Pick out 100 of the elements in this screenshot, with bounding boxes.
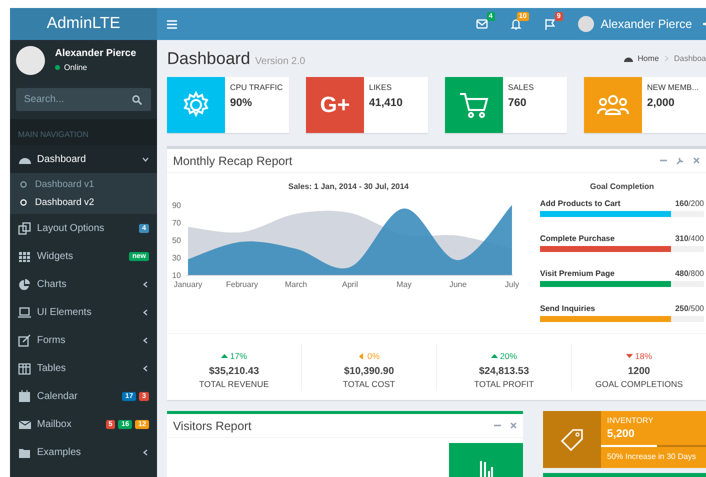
- box-title: Monthly Recap Report: [173, 154, 294, 168]
- menu-icon[interactable]: [167, 20, 177, 28]
- bell-icon[interactable]: [510, 18, 522, 30]
- submenu-item[interactable]: Dashboard v1: [10, 175, 157, 193]
- search-icon[interactable]: [132, 95, 142, 105]
- info-label: INVENTORY: [607, 416, 654, 425]
- axis-tick-label: January: [174, 280, 202, 289]
- info-label: CPU TRAFFIC: [230, 83, 283, 92]
- search-field[interactable]: Search...: [16, 88, 151, 111]
- user-name: Alexander Pierce: [55, 48, 136, 59]
- breadcrumb-current: Dashboa: [674, 54, 706, 63]
- change-indicator: 18%: [626, 350, 652, 360]
- stat-amount: $24,813.53: [478, 366, 530, 376]
- chevron-left-icon[interactable]: [142, 448, 149, 456]
- info-value: 41,410: [369, 97, 403, 109]
- sidebar-item[interactable]: Examples: [10, 438, 157, 466]
- stat-label: TOTAL REVENUE: [198, 378, 270, 388]
- sidebar-item[interactable]: Forms: [10, 326, 157, 354]
- circle-icon: [20, 180, 27, 188]
- goal-label: Visit Premium Page: [540, 269, 616, 278]
- pie-chart-icon: [18, 278, 31, 290]
- change-indicator: 20%: [490, 350, 517, 360]
- info-label: LIKES: [369, 83, 393, 92]
- grid-icon: [18, 250, 31, 262]
- breadcrumb-link[interactable]: Home: [624, 54, 659, 63]
- axis-tick-label: 10: [172, 271, 181, 280]
- chart-title: Sales: 1 Jan, 2014 - 30 Jul, 2014: [287, 182, 410, 191]
- stat-label: GOAL COMPLETIONS: [594, 378, 684, 388]
- wrench-icon[interactable]: [676, 156, 684, 164]
- stat-amount: 1200: [626, 366, 652, 376]
- chevron-left-icon[interactable]: [142, 364, 149, 372]
- caret-up-icon: [490, 352, 498, 358]
- minimize-icon[interactable]: [660, 157, 667, 164]
- copy-icon: [18, 222, 31, 234]
- change-indicator: 17%: [220, 350, 247, 360]
- close-icon[interactable]: [693, 157, 700, 164]
- users-icon: [596, 92, 630, 118]
- goal-label: Add Products to Cart: [540, 199, 622, 208]
- avatar: [16, 46, 45, 74]
- axis-tick-label: May: [396, 280, 412, 289]
- calendar-icon: [18, 390, 31, 402]
- flag-icon[interactable]: [544, 18, 556, 30]
- info-value: 5,200: [607, 428, 636, 440]
- axis-tick-label: July: [504, 280, 520, 289]
- goal-count: 310/400: [675, 234, 704, 243]
- submenu-item[interactable]: Dashboard v2: [10, 193, 157, 211]
- caret-down-icon: [626, 352, 633, 358]
- goal-count: 480/800: [675, 269, 704, 278]
- gauge-icon: [624, 55, 633, 62]
- sidebar-item[interactable]: Tables: [10, 354, 157, 382]
- axis-tick-label: 90: [172, 201, 181, 210]
- google-plus-icon: G+: [320, 92, 350, 118]
- app-logo[interactable]: AdminLTE: [10, 8, 157, 40]
- stat-label: TOTAL PROFIT: [473, 378, 535, 388]
- close-icon[interactable]: [510, 422, 517, 429]
- sidebar-item[interactable]: Charts: [10, 270, 157, 298]
- axis-tick-label: February: [226, 280, 258, 289]
- goal-count: 160/200: [675, 199, 704, 208]
- table-icon: [18, 362, 31, 374]
- page-title: Dashboard: [167, 48, 250, 68]
- goal-label: Complete Purchase: [540, 234, 616, 243]
- stat-label: TOTAL COST: [342, 378, 396, 388]
- sidebar-item[interactable]: UI Elements: [10, 298, 157, 326]
- info-value: 90%: [230, 97, 254, 109]
- avatar[interactable]: [578, 16, 594, 32]
- bar-chart-icon: [479, 459, 493, 477]
- info-label: NEW MEMB...: [647, 83, 699, 92]
- axis-tick-label: 50: [172, 236, 181, 245]
- axis-tick-label: 70: [172, 218, 181, 228]
- user-name[interactable]: Alexander Pierce: [600, 17, 692, 31]
- circle-icon: [20, 198, 27, 206]
- status-dot: [55, 65, 60, 70]
- chevron-down-icon[interactable]: [142, 156, 149, 162]
- user-status: Online: [64, 63, 88, 72]
- axis-tick-label: April: [342, 280, 358, 289]
- page-subtitle: Version 2.0: [255, 56, 306, 66]
- info-label: SALES: [508, 83, 534, 92]
- info-description: 50% Increase in 30 Days: [607, 452, 697, 461]
- chevron-left-icon[interactable]: [142, 280, 149, 288]
- box-title: Visitors Report: [173, 418, 252, 432]
- sidebar-item[interactable]: Dashboard: [10, 145, 157, 173]
- chevron-left-icon[interactable]: [142, 336, 149, 344]
- edit-icon: [18, 334, 31, 346]
- laptop-icon: [18, 306, 31, 318]
- stat-amount: $10,390.90: [342, 366, 396, 376]
- goal-label: Send Inquiries: [540, 304, 596, 313]
- tag-icon: [560, 428, 584, 452]
- axis-tick-label: June: [449, 280, 467, 289]
- envelope-icon[interactable]: [476, 18, 488, 30]
- info-value: 760: [508, 97, 528, 109]
- change-indicator: 0%: [358, 350, 380, 360]
- cart-icon: [458, 90, 490, 120]
- section-label: MAIN NAVIGATION: [10, 119, 157, 145]
- info-value: 2,000: [647, 97, 676, 109]
- goals-title: Goal Completion: [589, 182, 655, 191]
- goal-count: 250/500: [675, 304, 704, 313]
- minimize-icon[interactable]: [494, 422, 501, 429]
- chevron-left-icon[interactable]: [142, 308, 149, 316]
- axis-tick-label: 30: [172, 254, 181, 262]
- stat-amount: $35,210.43: [208, 366, 260, 376]
